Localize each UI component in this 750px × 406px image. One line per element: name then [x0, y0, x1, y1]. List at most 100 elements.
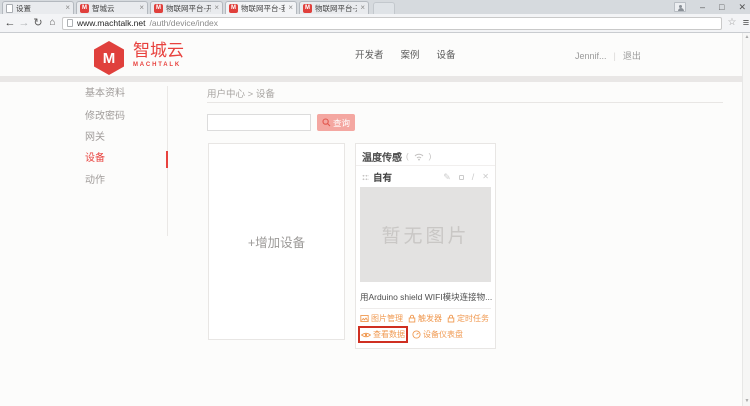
browser-tab-machtalk-home[interactable]: M 智城云 ×	[76, 1, 148, 14]
search-button-label: 查询	[333, 117, 350, 129]
device-card: 温度传感 ( ) 自有 ✎ / ✕	[355, 143, 496, 349]
device-name-row: 温度传感 ( )	[362, 149, 431, 164]
device-name: 温度传感	[362, 149, 402, 164]
tab-close-icon[interactable]: ×	[360, 4, 365, 12]
search-input[interactable]	[207, 114, 311, 131]
top-navigation: 开发者 案例 设备	[355, 47, 456, 61]
grid-icon	[362, 174, 369, 181]
url-host: www.machtalk.net	[77, 18, 146, 28]
breadcrumb-current: 设备	[256, 89, 275, 100]
tab-close-icon[interactable]: ×	[288, 4, 293, 12]
tab-strip: 设置 × M 智城云 × M 物联网平台-开发者-注册 × M 物联网平台-我的…	[0, 0, 750, 14]
back-button[interactable]: ←	[3, 14, 17, 32]
image-management-link[interactable]: 图片管理	[360, 313, 403, 324]
tab-title: 物联网平台-我的设备	[241, 3, 285, 14]
header-divider-band	[0, 76, 742, 82]
url-path: /auth/device/index	[150, 18, 219, 28]
sidebar-item-basic-info[interactable]: 基本资料	[85, 88, 125, 100]
browser-window: 设置 × M 智城云 × M 物联网平台-开发者-注册 × M 物联网平台-我的…	[0, 0, 750, 406]
tab-close-icon[interactable]: ×	[65, 4, 70, 12]
page-viewport: M 智城云 MACHTALK 开发者 案例 设备 Jennif... | 退出 …	[0, 33, 750, 406]
tab-close-icon[interactable]: ×	[139, 4, 144, 12]
tab-title: 设置	[16, 3, 62, 14]
window-controls: – □ ✕	[674, 0, 746, 14]
view-data-link[interactable]: 查看数据	[361, 329, 405, 340]
scroll-down-icon[interactable]: ▼	[743, 397, 750, 406]
chrome-menu-icon[interactable]: ≡	[739, 14, 750, 32]
red-highlight-box: 查看数据	[358, 326, 408, 343]
browser-tab-my-devices-active[interactable]: M 物联网平台-我的设备 ×	[225, 1, 297, 14]
user-area: Jennif... | 退出	[575, 49, 641, 62]
trigger-lock-icon	[408, 314, 416, 323]
logo-title: 智城云	[133, 41, 184, 60]
new-tab-button[interactable]	[373, 2, 395, 14]
add-device-card[interactable]: +增加设备	[208, 143, 345, 340]
card-toolbar: ✎ / ✕	[443, 173, 489, 182]
sidebar-item-actions[interactable]: 动作	[85, 175, 105, 187]
tab-title: 物联网平台-开发者-注册	[315, 3, 357, 14]
device-links-row-1: 图片管理 触发器 定时任务	[360, 313, 489, 324]
eye-icon	[361, 331, 371, 339]
machtalk-favicon-icon: M	[303, 4, 312, 13]
tab-close-icon[interactable]: ×	[214, 4, 219, 12]
tab-title: 智城云	[92, 3, 136, 14]
device-description: 用Arduino shield WIFI模块连接物...	[360, 291, 492, 303]
trigger-link[interactable]: 触发器	[408, 313, 442, 324]
copy-icon[interactable]	[459, 175, 464, 180]
machtalk-favicon-icon: M	[229, 4, 238, 13]
ownership-label: 自有	[373, 170, 392, 184]
add-device-label: +增加设备	[248, 232, 305, 251]
maximize-button[interactable]: □	[719, 0, 724, 14]
profile-icon[interactable]	[674, 2, 686, 12]
search-button[interactable]: 查询	[317, 114, 355, 131]
device-dashboard-link[interactable]: 设备仪表盘	[412, 329, 463, 340]
ownership-row: 自有 ✎ / ✕	[362, 170, 489, 184]
nav-item-devices[interactable]: 设备	[437, 47, 456, 61]
browser-tab-settings[interactable]: 设置 ×	[2, 1, 74, 14]
scroll-up-icon[interactable]: ▲	[743, 33, 750, 42]
breadcrumb: 用户中心 > 设备	[207, 86, 275, 100]
browser-tab-register-2[interactable]: M 物联网平台-开发者-注册 ×	[299, 1, 369, 14]
breadcrumb-rule	[207, 102, 723, 103]
breadcrumb-parent[interactable]: 用户中心	[207, 89, 245, 100]
no-image-label: 暂无图片	[381, 221, 469, 248]
logout-link[interactable]: 退出	[623, 49, 641, 62]
tab-title: 物联网平台-开发者-注册	[166, 3, 211, 14]
gauge-icon	[412, 330, 421, 339]
bookmark-star-icon[interactable]: ☆	[725, 14, 739, 32]
nav-item-cases[interactable]: 案例	[401, 47, 420, 61]
nav-item-developer[interactable]: 开发者	[355, 47, 384, 61]
search-icon	[322, 118, 331, 127]
machtalk-favicon-icon: M	[80, 4, 89, 13]
logo-subtitle: MACHTALK	[133, 62, 184, 68]
device-image-placeholder: 暂无图片	[360, 187, 491, 282]
card-divider	[360, 308, 491, 309]
reload-button[interactable]: ↻	[31, 14, 45, 32]
sidebar-active-indicator	[166, 151, 168, 168]
home-button[interactable]: ⌂	[45, 14, 60, 32]
divider: |	[614, 51, 616, 61]
machtalk-logo[interactable]: M 智城云 MACHTALK	[94, 41, 184, 75]
delete-icon[interactable]: ✕	[482, 173, 489, 181]
sidebar-item-gateway[interactable]: 网关	[85, 132, 105, 144]
breadcrumb-separator: >	[248, 89, 254, 100]
wifi-status-icon	[413, 152, 425, 161]
sidebar-item-devices[interactable]: 设备	[85, 153, 105, 165]
browser-toolbar: ← → ↻ ⌂ www.machtalk.net /auth/device/in…	[0, 14, 750, 33]
address-bar[interactable]: www.machtalk.net /auth/device/index	[62, 17, 722, 30]
timer-lock-icon	[447, 314, 455, 323]
edit-pencil-icon[interactable]: ✎	[443, 173, 451, 182]
page-scrollbar[interactable]: ▲ ▼	[742, 33, 750, 406]
page-icon	[67, 19, 73, 27]
browser-tab-register[interactable]: M 物联网平台-开发者-注册 ×	[150, 1, 223, 14]
username[interactable]: Jennif...	[575, 51, 607, 61]
close-button[interactable]: ✕	[738, 0, 746, 14]
minimize-button[interactable]: –	[700, 0, 705, 14]
device-links-row-2: 查看数据 设备仪表盘	[358, 326, 463, 343]
picture-icon	[360, 314, 369, 323]
share-icon[interactable]: /	[472, 173, 475, 182]
sidebar-item-change-password[interactable]: 修改密码	[85, 111, 125, 123]
timed-task-link[interactable]: 定时任务	[447, 313, 489, 324]
logo-hexagon-icon: M	[94, 41, 124, 75]
forward-button[interactable]: →	[17, 14, 31, 32]
